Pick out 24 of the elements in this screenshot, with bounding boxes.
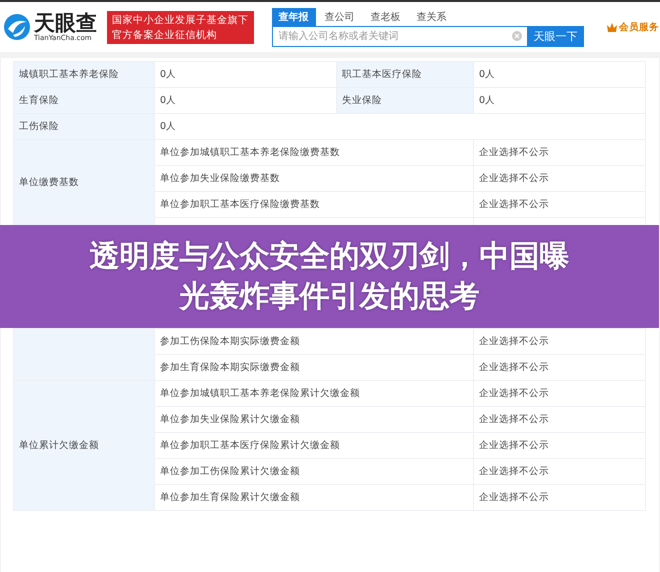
row-label-cell: 单位缴费基数 — [13, 139, 155, 226]
table-cell: 企业选择不公示 — [473, 328, 646, 355]
logo-name: 天眼查 — [34, 12, 97, 34]
badge-text: 国家中小企业发展子基金旗下 — [112, 14, 248, 26]
search-tab[interactable]: 查老板 — [364, 8, 408, 26]
row-label-cell: 失业保险 — [336, 87, 474, 114]
headline-text: 透明度与公众安全的双刃剑，中国曝 — [90, 238, 570, 276]
badge-text: 官方备案企业征信机构 — [112, 28, 218, 42]
search-tab[interactable]: 查年报 — [272, 8, 316, 26]
row-label-cell: 单位累计欠缴金额 — [13, 380, 155, 511]
search-field[interactable]: 请输入公司名称或者关键词 — [272, 26, 528, 46]
row-label-cell: 职工基本医疗保险 — [336, 61, 474, 88]
headline-text: 光轰炸事件引发的思考 — [180, 278, 480, 316]
search-button[interactable]: 天眼一下 — [528, 26, 584, 46]
row-label-cell: 生育保险 — [13, 87, 155, 114]
crown-icon — [607, 22, 617, 32]
clear-icon[interactable] — [512, 30, 522, 40]
search-tab[interactable]: 查公司 — [318, 8, 362, 26]
row-label-cell: 工伤保险 — [13, 113, 155, 140]
table-cell: 0人 — [473, 61, 646, 88]
table-cell: 企业选择不公示 — [473, 484, 646, 511]
row-label-cell: 城镇职工基本养老保险 — [13, 61, 155, 88]
eye-logo-icon — [3, 13, 31, 41]
search-tab[interactable]: 查关系 — [410, 8, 454, 26]
